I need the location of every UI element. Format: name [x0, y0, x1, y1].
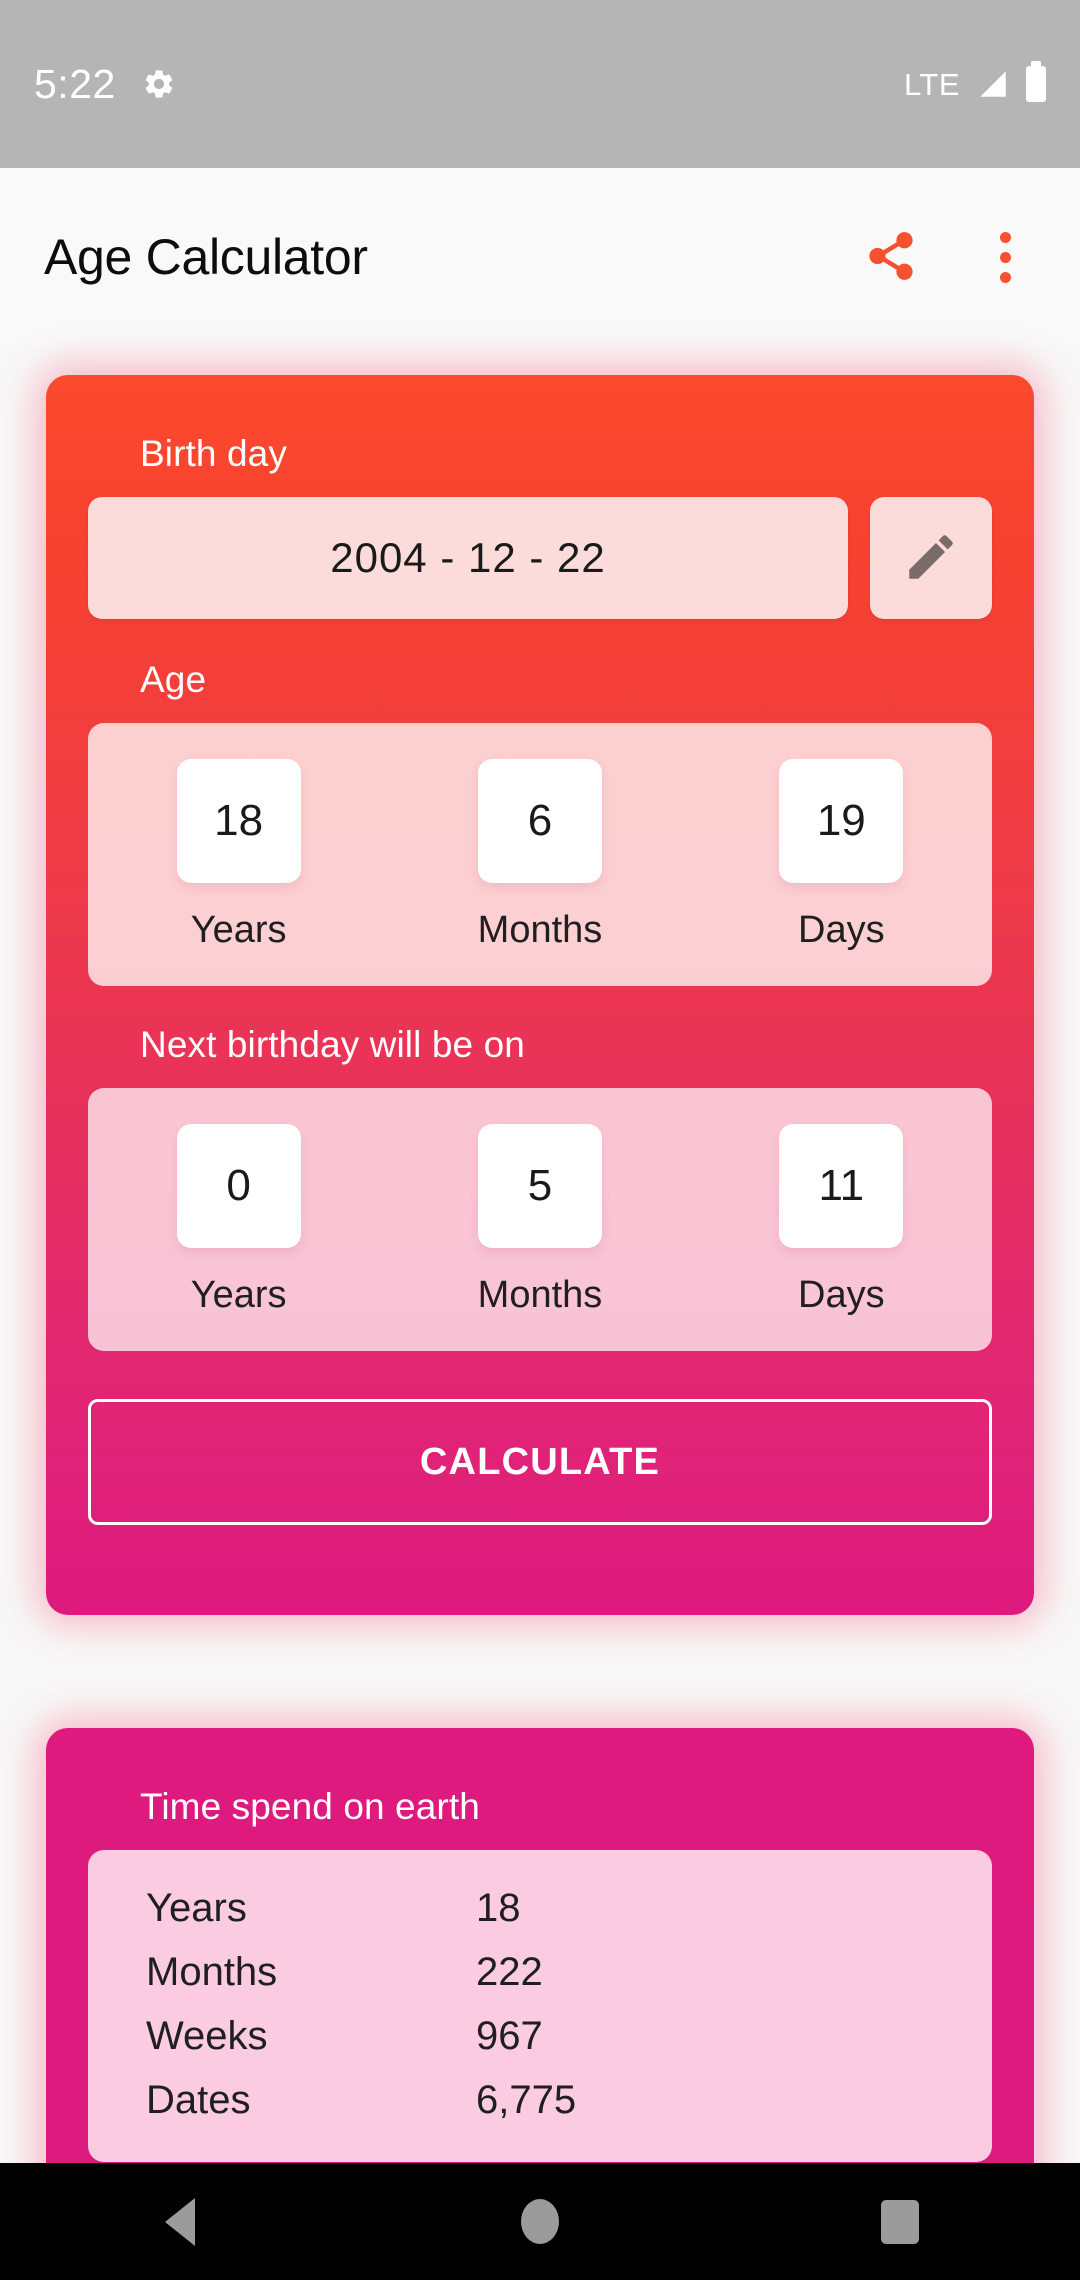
- birthday-label: Birth day: [140, 433, 287, 474]
- age-years-box: 18: [176, 759, 301, 883]
- status-time: 5:22: [34, 60, 116, 107]
- next-birthday-stats-panel: 0 Years 5 Months 11 Days: [88, 1088, 992, 1351]
- earth-row-value: 18: [476, 1885, 521, 1930]
- age-months-value: 6: [527, 796, 553, 845]
- earth-row-name: Weeks: [146, 2013, 268, 2058]
- network-type-label: LTE: [903, 66, 960, 102]
- next-years-box: 0: [176, 1124, 301, 1248]
- age-stat-days: 19 Days: [731, 759, 951, 952]
- recents-square-icon: [881, 2199, 919, 2244]
- earth-row-value: 6,775: [476, 2077, 577, 2122]
- earth-row-name: Years: [146, 1885, 247, 1930]
- birthday-date-field[interactable]: 2004 - 12 - 22: [88, 497, 848, 619]
- next-stat-years: 0 Years: [129, 1124, 349, 1317]
- earth-row-name: Dates: [146, 2077, 251, 2122]
- back-button[interactable]: [120, 2163, 240, 2280]
- android-navigation-bar: [0, 2163, 1080, 2280]
- next-days-label: Days: [798, 1274, 885, 1316]
- phone-screen: 5:22 LTE Age Calculator Birth day 2004 -…: [0, 0, 1080, 2280]
- earth-row-name: Months: [146, 1949, 278, 1994]
- home-circle-icon: [521, 2199, 559, 2244]
- more-vertical-icon: [999, 231, 1011, 283]
- table-row: Years 18: [88, 1876, 992, 1940]
- age-months-box: 6: [477, 759, 602, 883]
- next-months-box: 5: [477, 1124, 602, 1248]
- gear-icon: [142, 67, 176, 101]
- next-days-box: 11: [779, 1124, 904, 1248]
- calculate-button[interactable]: CALCULATE: [88, 1399, 992, 1525]
- earth-row-value: 222: [476, 1949, 543, 1994]
- app-bar-actions: [860, 226, 1036, 288]
- next-months-value: 5: [527, 1161, 553, 1210]
- status-bar-left: 5:22: [34, 60, 176, 107]
- age-stats-panel: 18 Years 6 Months 19 Days: [88, 723, 992, 986]
- share-icon: [864, 229, 918, 286]
- age-months-label: Months: [477, 909, 603, 951]
- age-years-value: 18: [214, 796, 264, 845]
- earth-row-value: 967: [476, 2013, 543, 2058]
- table-row: Months 222: [88, 1940, 992, 2004]
- table-row: Weeks 967: [88, 2004, 992, 2068]
- age-days-value: 19: [816, 796, 866, 845]
- next-stat-days: 11 Days: [731, 1124, 951, 1317]
- birthday-row: 2004 - 12 - 22: [88, 497, 992, 619]
- next-months-label: Months: [477, 1274, 603, 1316]
- back-triangle-icon: [165, 2197, 195, 2246]
- time-spend-table: Years 18 Months 222 Weeks 967 Dates 6,77…: [88, 1850, 992, 2162]
- edit-birthday-button[interactable]: [870, 497, 992, 619]
- time-spend-title: Time spend on earth: [140, 1786, 480, 1827]
- next-stat-months: 5 Months: [430, 1124, 650, 1317]
- next-years-value: 0: [226, 1161, 251, 1210]
- next-birthday-label: Next birthday will be on: [140, 1024, 525, 1065]
- status-bar: 5:22 LTE: [0, 0, 1080, 168]
- status-bar-right: LTE: [903, 61, 1046, 102]
- page-title: Age Calculator: [44, 229, 368, 285]
- overflow-menu-button[interactable]: [974, 226, 1036, 288]
- pencil-edit-icon: [902, 528, 960, 589]
- battery-full-icon: [1026, 61, 1046, 102]
- next-years-label: Years: [190, 1274, 287, 1316]
- table-row: Dates 6,775: [88, 2068, 992, 2132]
- next-days-value: 11: [818, 1161, 865, 1210]
- age-days-label: Days: [798, 909, 885, 951]
- signal-triangle-icon: [976, 67, 1010, 101]
- age-calculator-card: Birth day 2004 - 12 - 22 Age 18 Years 6 …: [46, 375, 1034, 1615]
- share-button[interactable]: [860, 226, 922, 288]
- age-stat-months: 6 Months: [430, 759, 650, 952]
- age-days-box: 19: [779, 759, 904, 883]
- home-button[interactable]: [480, 2163, 600, 2280]
- app-bar: Age Calculator: [0, 168, 1080, 346]
- recents-button[interactable]: [840, 2163, 960, 2280]
- age-years-label: Years: [190, 909, 287, 951]
- birthday-date-value: 2004 - 12 - 22: [330, 534, 606, 581]
- age-label: Age: [140, 659, 207, 700]
- age-stat-years: 18 Years: [129, 759, 349, 952]
